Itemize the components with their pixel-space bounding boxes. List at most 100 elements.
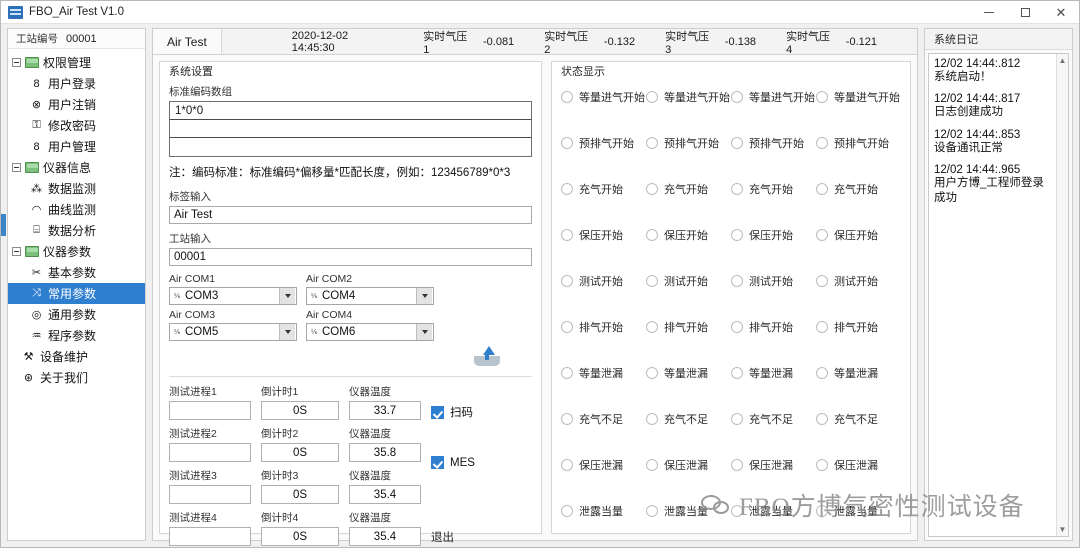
chevron-down-icon[interactable] (416, 288, 432, 304)
radio-icon[interactable] (816, 137, 828, 149)
mes-checkbox-row[interactable]: MES (431, 456, 501, 469)
chevron-down-icon[interactable] (416, 324, 432, 340)
radio-icon[interactable] (646, 91, 658, 103)
status-radio-r5-c1[interactable]: 测试开始 (561, 268, 646, 293)
timer-value-3[interactable]: 0S (261, 485, 339, 504)
sidebar-item-7[interactable]: ◠曲线监测 (8, 199, 145, 220)
radio-icon[interactable] (816, 229, 828, 241)
status-radio-r4-c2[interactable]: 保压开始 (646, 222, 731, 247)
com-port-select-4[interactable]: ⅙COM6 (306, 323, 434, 341)
status-radio-r1-c3[interactable]: 等量进气开始 (731, 84, 816, 109)
status-radio-r3-c3[interactable]: 充气开始 (731, 176, 816, 201)
code-array-row-1[interactable]: 1*0*0 (170, 102, 531, 120)
radio-icon[interactable] (561, 183, 573, 195)
status-radio-r1-c1[interactable]: 等量进气开始 (561, 84, 646, 109)
radio-icon[interactable] (561, 413, 573, 425)
code-array-input[interactable]: 1*0*0 (169, 101, 532, 157)
chevron-down-icon[interactable] (279, 288, 295, 304)
log-scrollbar[interactable]: ▲ ▼ (1056, 54, 1068, 536)
radio-icon[interactable] (731, 229, 743, 241)
expander-icon[interactable] (12, 247, 21, 256)
status-radio-r3-c4[interactable]: 充气开始 (816, 176, 901, 201)
radio-icon[interactable] (646, 275, 658, 287)
status-radio-r10-c1[interactable]: 泄露当量 (561, 498, 646, 523)
status-radio-r7-c4[interactable]: 等量泄漏 (816, 360, 901, 385)
scan-checkbox-row[interactable]: 扫码 (431, 404, 501, 420)
radio-icon[interactable] (561, 229, 573, 241)
status-radio-r3-c2[interactable]: 充气开始 (646, 176, 731, 201)
status-radio-r1-c4[interactable]: 等量进气开始 (816, 84, 901, 109)
status-radio-r2-c1[interactable]: 预排气开始 (561, 130, 646, 155)
chevron-down-icon[interactable] (279, 324, 295, 340)
code-array-row-2[interactable] (170, 120, 531, 138)
radio-icon[interactable] (646, 137, 658, 149)
radio-icon[interactable] (731, 505, 743, 517)
expander-icon[interactable] (12, 163, 21, 172)
sidebar-item-12[interactable]: ◎通用参数 (8, 304, 145, 325)
status-radio-r7-c3[interactable]: 等量泄漏 (731, 360, 816, 385)
radio-icon[interactable] (731, 413, 743, 425)
proc-value-3[interactable] (169, 485, 251, 504)
sidebar-item-11[interactable]: ⤨常用参数 (8, 283, 145, 304)
radio-icon[interactable] (731, 91, 743, 103)
status-radio-r3-c1[interactable]: 充气开始 (561, 176, 646, 201)
radio-icon[interactable] (646, 367, 658, 379)
status-radio-r2-c3[interactable]: 预排气开始 (731, 130, 816, 155)
radio-icon[interactable] (561, 275, 573, 287)
sidebar-item-1[interactable]: 8用户登录 (8, 73, 145, 94)
status-radio-r6-c4[interactable]: 排气开始 (816, 314, 901, 339)
temp-value-4[interactable]: 35.4 (349, 527, 421, 546)
radio-icon[interactable] (561, 367, 573, 379)
status-radio-r8-c1[interactable]: 充气不足 (561, 406, 646, 431)
minimize-button[interactable] (971, 1, 1007, 24)
temp-value-1[interactable]: 33.7 (349, 401, 421, 420)
close-button[interactable]: ✕ (1043, 1, 1079, 24)
radio-icon[interactable] (646, 505, 658, 517)
sidebar-item-3[interactable]: ⚿修改密码 (8, 115, 145, 136)
upload-icon[interactable] (474, 346, 500, 366)
sidebar-item-13[interactable]: ♒程序参数 (8, 325, 145, 346)
radio-icon[interactable] (816, 505, 828, 517)
maximize-button[interactable] (1007, 1, 1043, 24)
code-array-row-3[interactable] (170, 138, 531, 156)
radio-icon[interactable] (816, 459, 828, 471)
status-radio-r4-c4[interactable]: 保压开始 (816, 222, 901, 247)
status-radio-r5-c4[interactable]: 测试开始 (816, 268, 901, 293)
status-radio-r6-c1[interactable]: 排气开始 (561, 314, 646, 339)
status-radio-r4-c3[interactable]: 保压开始 (731, 222, 816, 247)
status-radio-r4-c1[interactable]: 保压开始 (561, 222, 646, 247)
expander-icon[interactable] (12, 58, 21, 67)
status-radio-r7-c1[interactable]: 等量泄漏 (561, 360, 646, 385)
scan-checkbox[interactable] (431, 406, 444, 419)
radio-icon[interactable] (561, 91, 573, 103)
status-radio-r6-c2[interactable]: 排气开始 (646, 314, 731, 339)
sidebar-item-5[interactable]: 仪器信息 (8, 157, 145, 178)
sidebar-item-10[interactable]: ✂基本参数 (8, 262, 145, 283)
temp-value-3[interactable]: 35.4 (349, 485, 421, 504)
radio-icon[interactable] (561, 459, 573, 471)
station-input[interactable]: 00001 (169, 248, 532, 266)
radio-icon[interactable] (816, 413, 828, 425)
com-port-select-1[interactable]: ⅙COM3 (169, 287, 297, 305)
status-radio-r9-c3[interactable]: 保压泄漏 (731, 452, 816, 477)
status-radio-r9-c1[interactable]: 保压泄漏 (561, 452, 646, 477)
radio-icon[interactable] (816, 183, 828, 195)
status-radio-r10-c2[interactable]: 泄露当量 (646, 498, 731, 523)
mes-checkbox[interactable] (431, 456, 444, 469)
status-radio-r8-c3[interactable]: 充气不足 (731, 406, 816, 431)
radio-icon[interactable] (731, 367, 743, 379)
com-port-select-2[interactable]: ⅙COM4 (306, 287, 434, 305)
status-radio-r8-c2[interactable]: 充气不足 (646, 406, 731, 431)
timer-value-4[interactable]: 0S (261, 527, 339, 546)
radio-icon[interactable] (561, 137, 573, 149)
tab-air-test[interactable]: Air Test (153, 29, 222, 54)
radio-icon[interactable] (646, 229, 658, 241)
radio-icon[interactable] (561, 505, 573, 517)
radio-icon[interactable] (816, 367, 828, 379)
status-radio-r5-c2[interactable]: 测试开始 (646, 268, 731, 293)
sidebar-item-6[interactable]: ⁂数据监测 (8, 178, 145, 199)
proc-value-2[interactable] (169, 443, 251, 462)
radio-icon[interactable] (731, 275, 743, 287)
radio-icon[interactable] (816, 275, 828, 287)
status-radio-r8-c4[interactable]: 充气不足 (816, 406, 901, 431)
